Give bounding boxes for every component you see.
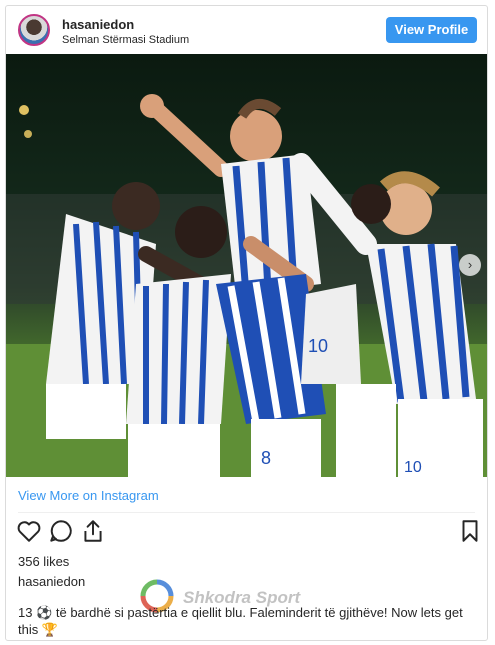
celebration-photo: 8 10 10 [6,94,487,477]
next-arrow-icon[interactable]: › [459,254,481,276]
jersey-number: 10 [404,459,422,476]
bookmark-icon[interactable] [457,518,483,544]
post-header: hasaniedon Selman Stërmasi Stadium View … [6,6,487,56]
share-icon[interactable] [80,518,106,544]
username[interactable]: hasaniedon [62,17,134,32]
post-caption: 13 ⚽ të bardhë si pastërtia e qiellit bl… [18,605,463,637]
like-count[interactable]: 356 likes [18,554,69,569]
jersey-number: 8 [261,448,271,468]
heart-icon[interactable] [16,518,42,544]
post-owner[interactable]: hasaniedon [18,574,85,589]
view-more-link[interactable]: View More on Instagram [18,488,159,503]
stadium-light [19,105,29,115]
comment-icon[interactable] [48,518,74,544]
stadium-light [24,130,32,138]
action-bar [6,518,487,548]
divider [18,512,475,513]
instagram-embed-card: hasaniedon Selman Stërmasi Stadium View … [5,5,488,641]
view-profile-button[interactable]: View Profile [386,17,477,43]
jersey-number: 10 [308,336,328,356]
location[interactable]: Selman Stërmasi Stadium [62,34,189,46]
post-photo[interactable]: 8 10 10 › [6,54,487,477]
user-avatar[interactable] [18,14,50,46]
